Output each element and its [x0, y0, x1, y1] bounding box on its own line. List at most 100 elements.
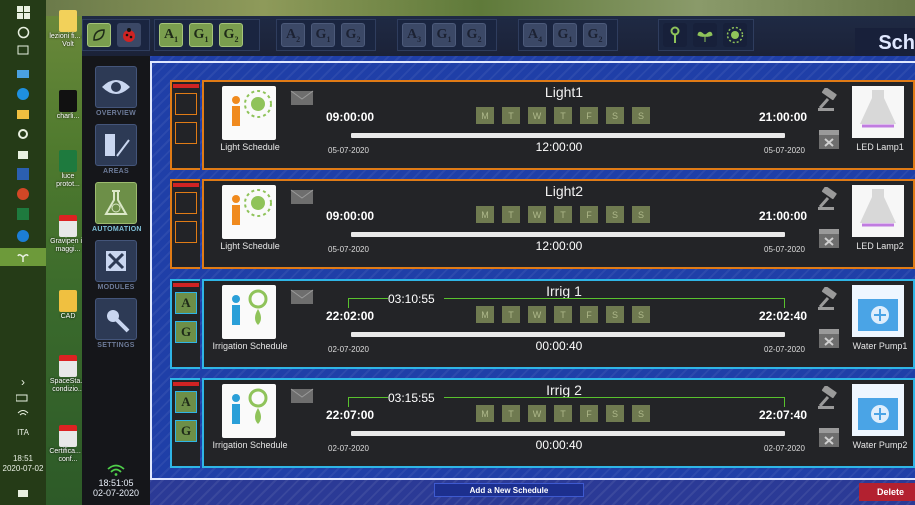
a4-icon[interactable]: A4: [523, 23, 547, 47]
day-toggle[interactable]: M: [476, 405, 494, 422]
water-pump-icon[interactable]: [852, 285, 904, 337]
excel-icon[interactable]: [15, 206, 31, 222]
sidebar-item-overview[interactable]: OVERVIEW: [92, 66, 140, 117]
g2-icon[interactable]: G2: [341, 23, 365, 47]
mail-app-icon[interactable]: [15, 66, 31, 82]
sidebar-item-modules[interactable]: MODULES: [92, 240, 140, 291]
wifi-icon[interactable]: [15, 406, 31, 422]
sidebar-item-automation[interactable]: AUTOMATION: [92, 182, 141, 233]
a1-icon[interactable]: A: [175, 292, 197, 314]
day-toggle[interactable]: S: [632, 306, 650, 323]
mail-icon[interactable]: [290, 90, 314, 106]
g2-icon[interactable]: G2: [219, 23, 243, 47]
windows-start-icon[interactable]: [15, 4, 31, 20]
day-toggle[interactable]: F: [580, 306, 598, 323]
irrigation-schedule-icon[interactable]: [222, 285, 276, 339]
day-toggle[interactable]: M: [476, 107, 494, 124]
day-toggle[interactable]: W: [528, 206, 546, 223]
day-toggle[interactable]: T: [502, 405, 520, 422]
gavel-icon[interactable]: [816, 386, 844, 410]
day-toggle[interactable]: F: [580, 405, 598, 422]
sun-icon[interactable]: [723, 23, 747, 47]
language-indicator[interactable]: ITA: [0, 428, 46, 438]
day-toggle[interactable]: T: [554, 405, 572, 422]
empty-slot[interactable]: [175, 192, 197, 214]
taskbar-time[interactable]: 18:51: [0, 454, 46, 464]
day-toggle[interactable]: W: [528, 107, 546, 124]
day-toggle[interactable]: T: [554, 206, 572, 223]
store-icon[interactable]: [15, 146, 31, 162]
powerpoint-icon[interactable]: [15, 186, 31, 202]
teamviewer-icon[interactable]: [15, 228, 31, 244]
ladybug-icon[interactable]: [117, 23, 141, 47]
led-lamp-icon[interactable]: [852, 185, 904, 237]
g2-icon[interactable]: G2: [462, 23, 486, 47]
day-toggle[interactable]: S: [632, 405, 650, 422]
day-toggle[interactable]: M: [476, 206, 494, 223]
calendar-delete-icon[interactable]: [818, 325, 840, 349]
edge-browser-icon[interactable]: [15, 86, 31, 102]
battery-icon[interactable]: [15, 390, 31, 406]
day-toggle[interactable]: W: [528, 306, 546, 323]
schedule-card[interactable]: A G Irrigation Schedule Irrig 2 03:15:55…: [170, 378, 915, 468]
mail-icon[interactable]: [290, 189, 314, 205]
a1-icon[interactable]: A1: [159, 23, 183, 47]
mail-icon[interactable]: [290, 289, 314, 305]
day-toggle[interactable]: S: [606, 107, 624, 124]
calendar-delete-icon[interactable]: [818, 424, 840, 448]
day-toggle[interactable]: T: [554, 306, 572, 323]
led-lamp-icon[interactable]: [852, 86, 904, 138]
day-toggle[interactable]: F: [580, 107, 598, 124]
day-toggle[interactable]: S: [632, 107, 650, 124]
day-toggle[interactable]: T: [554, 107, 572, 124]
g2-icon[interactable]: G2: [583, 23, 607, 47]
gavel-icon[interactable]: [816, 187, 844, 211]
gavel-icon[interactable]: [816, 287, 844, 311]
search-circle-icon[interactable]: [15, 24, 31, 40]
calendar-delete-icon[interactable]: [818, 225, 840, 249]
empty-slot[interactable]: [175, 122, 197, 144]
mail-icon[interactable]: [290, 388, 314, 404]
taskbar-date[interactable]: 2020-07-02: [0, 464, 46, 474]
calendar-delete-icon[interactable]: [818, 126, 840, 150]
day-toggle[interactable]: S: [606, 405, 624, 422]
notification-icon[interactable]: [15, 486, 31, 502]
day-toggle[interactable]: T: [502, 107, 520, 124]
a3-icon[interactable]: A3: [402, 23, 426, 47]
add-schedule-button[interactable]: Add a New Schedule: [434, 483, 584, 497]
empty-slot[interactable]: [175, 93, 197, 115]
day-toggle[interactable]: S: [632, 206, 650, 223]
sidebar-item-settings[interactable]: SETTINGS: [92, 298, 140, 349]
schedule-card[interactable]: Light Schedule Light1 09:00:00 MTWTFSS 2…: [170, 80, 915, 170]
a1-icon[interactable]: A: [175, 391, 197, 413]
g1-icon[interactable]: G1: [432, 23, 456, 47]
schedule-card[interactable]: A G Irrigation Schedule Irrig 1 03:10:55…: [170, 279, 915, 369]
light-schedule-icon[interactable]: [222, 185, 276, 239]
gavel-icon[interactable]: [816, 88, 844, 112]
gear-icon[interactable]: [15, 126, 31, 142]
day-toggle[interactable]: F: [580, 206, 598, 223]
g1-icon[interactable]: G: [175, 321, 197, 343]
leaf-icon[interactable]: [87, 23, 111, 47]
irrigation-schedule-icon[interactable]: [222, 384, 276, 438]
schedule-card[interactable]: Light Schedule Light2 09:00:00 MTWTFSS 2…: [170, 179, 915, 269]
sidebar-item-areas[interactable]: AREAS: [92, 124, 140, 175]
plant-app-icon[interactable]: [15, 249, 31, 265]
empty-slot[interactable]: [175, 221, 197, 243]
schedule-title[interactable]: Light1: [494, 84, 634, 100]
g1-icon[interactable]: G1: [189, 23, 213, 47]
plant-icon[interactable]: [693, 23, 717, 47]
schedule-title[interactable]: Irrig 2: [494, 382, 634, 398]
active-app-slot[interactable]: [0, 248, 46, 266]
light-schedule-icon[interactable]: [222, 86, 276, 140]
g1-icon[interactable]: G1: [311, 23, 335, 47]
a2-icon[interactable]: A2: [281, 23, 305, 47]
day-toggle[interactable]: S: [606, 206, 624, 223]
task-view-icon[interactable]: [15, 42, 31, 58]
chevron-up-icon[interactable]: ›: [15, 374, 31, 390]
water-drop-icon[interactable]: [663, 23, 687, 47]
file-explorer-icon[interactable]: [15, 106, 31, 122]
water-pump-icon[interactable]: [852, 384, 904, 436]
schedule-title[interactable]: Light2: [494, 183, 634, 199]
delete-button[interactable]: Delete: [859, 483, 915, 501]
